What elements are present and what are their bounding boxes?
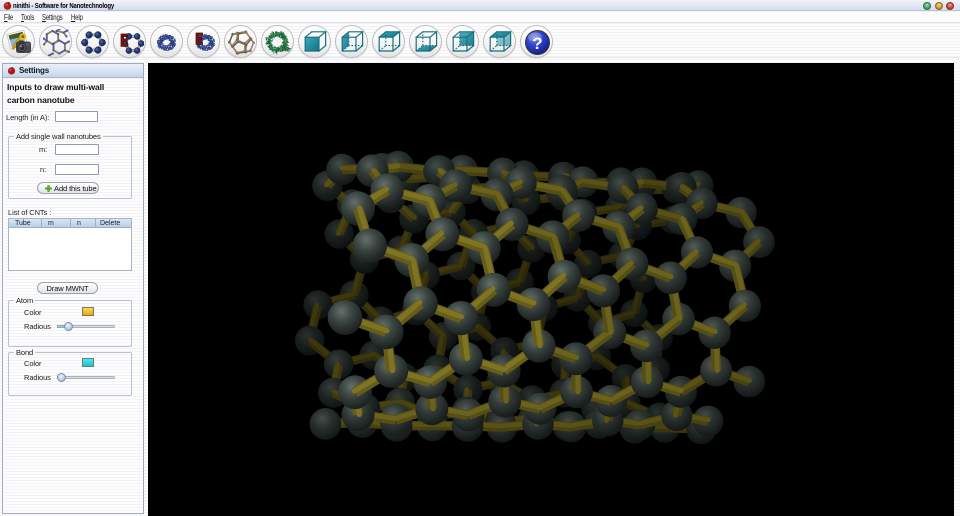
- svg-text:?: ?: [532, 34, 542, 53]
